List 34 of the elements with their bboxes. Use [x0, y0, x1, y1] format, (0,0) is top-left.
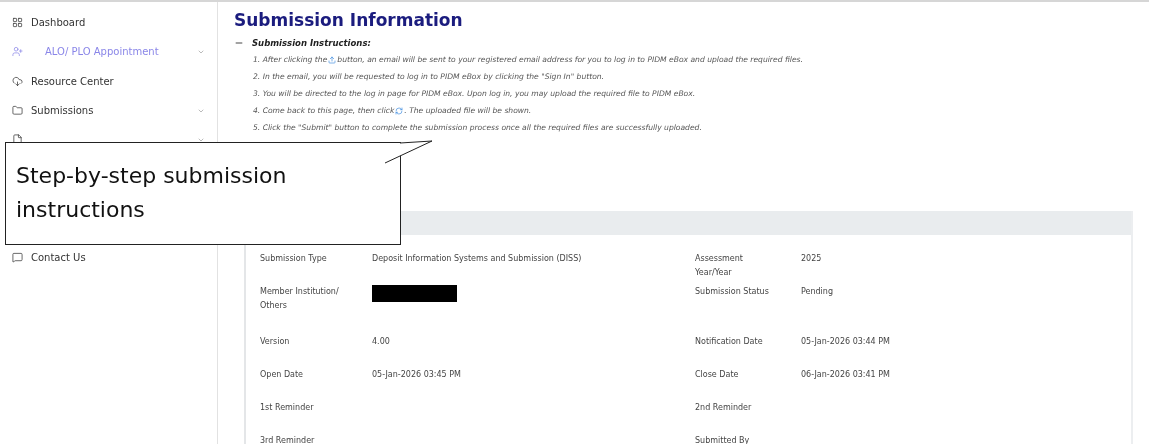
field-value: 05-Jan-2026 03:45 PM [372, 369, 462, 381]
field-value: 06-Jan-2026 03:41 PM [801, 369, 891, 381]
field-label: Submission Status [695, 286, 770, 298]
callout-pointer [384, 140, 434, 164]
callout-box: Step-by-step submission instructions [5, 142, 401, 245]
refresh-icon [395, 107, 404, 115]
field-value: 05-Jan-2026 03:44 PM [801, 336, 891, 348]
field-value: Deposit Information Systems and Submission (DISS) [372, 253, 583, 265]
speech-bubble-icon [12, 251, 23, 263]
sidebar-item[interactable]: Resource Center [0, 66, 217, 96]
section-heading: Submission Instructions: [252, 38, 371, 48]
field-label: Notification Date [695, 336, 764, 348]
field-label: 2nd Reminder [695, 402, 753, 414]
user-plus-icon [12, 46, 23, 58]
upload-icon [328, 56, 337, 64]
field-label: Version [260, 336, 291, 348]
field-value: 2025 [801, 253, 823, 265]
page-title: Submission Information [234, 10, 464, 30]
sidebar-item[interactable]: Submissions [0, 95, 217, 126]
field-label: Submitted By [695, 435, 751, 444]
field-label: 1st Reminder [260, 402, 315, 414]
cloud-icon [12, 75, 23, 87]
field-value: Pending [801, 286, 834, 298]
field-value: 4.00 [372, 336, 391, 348]
field-label: 3rd Reminder [260, 435, 316, 444]
field-label: Member Institution/ Others [260, 286, 340, 312]
sidebar-item[interactable]: Contact Us [0, 242, 217, 272]
field-label: Open Date [260, 369, 305, 381]
sidebar-item[interactable]: Dashboard [0, 8, 217, 38]
folder-icon [12, 105, 23, 117]
field-label: Assessment Year/Year [695, 253, 744, 279]
grid-icon [12, 17, 23, 29]
field-label: Close Date [695, 369, 740, 381]
field-label: Submission Type [260, 253, 328, 265]
